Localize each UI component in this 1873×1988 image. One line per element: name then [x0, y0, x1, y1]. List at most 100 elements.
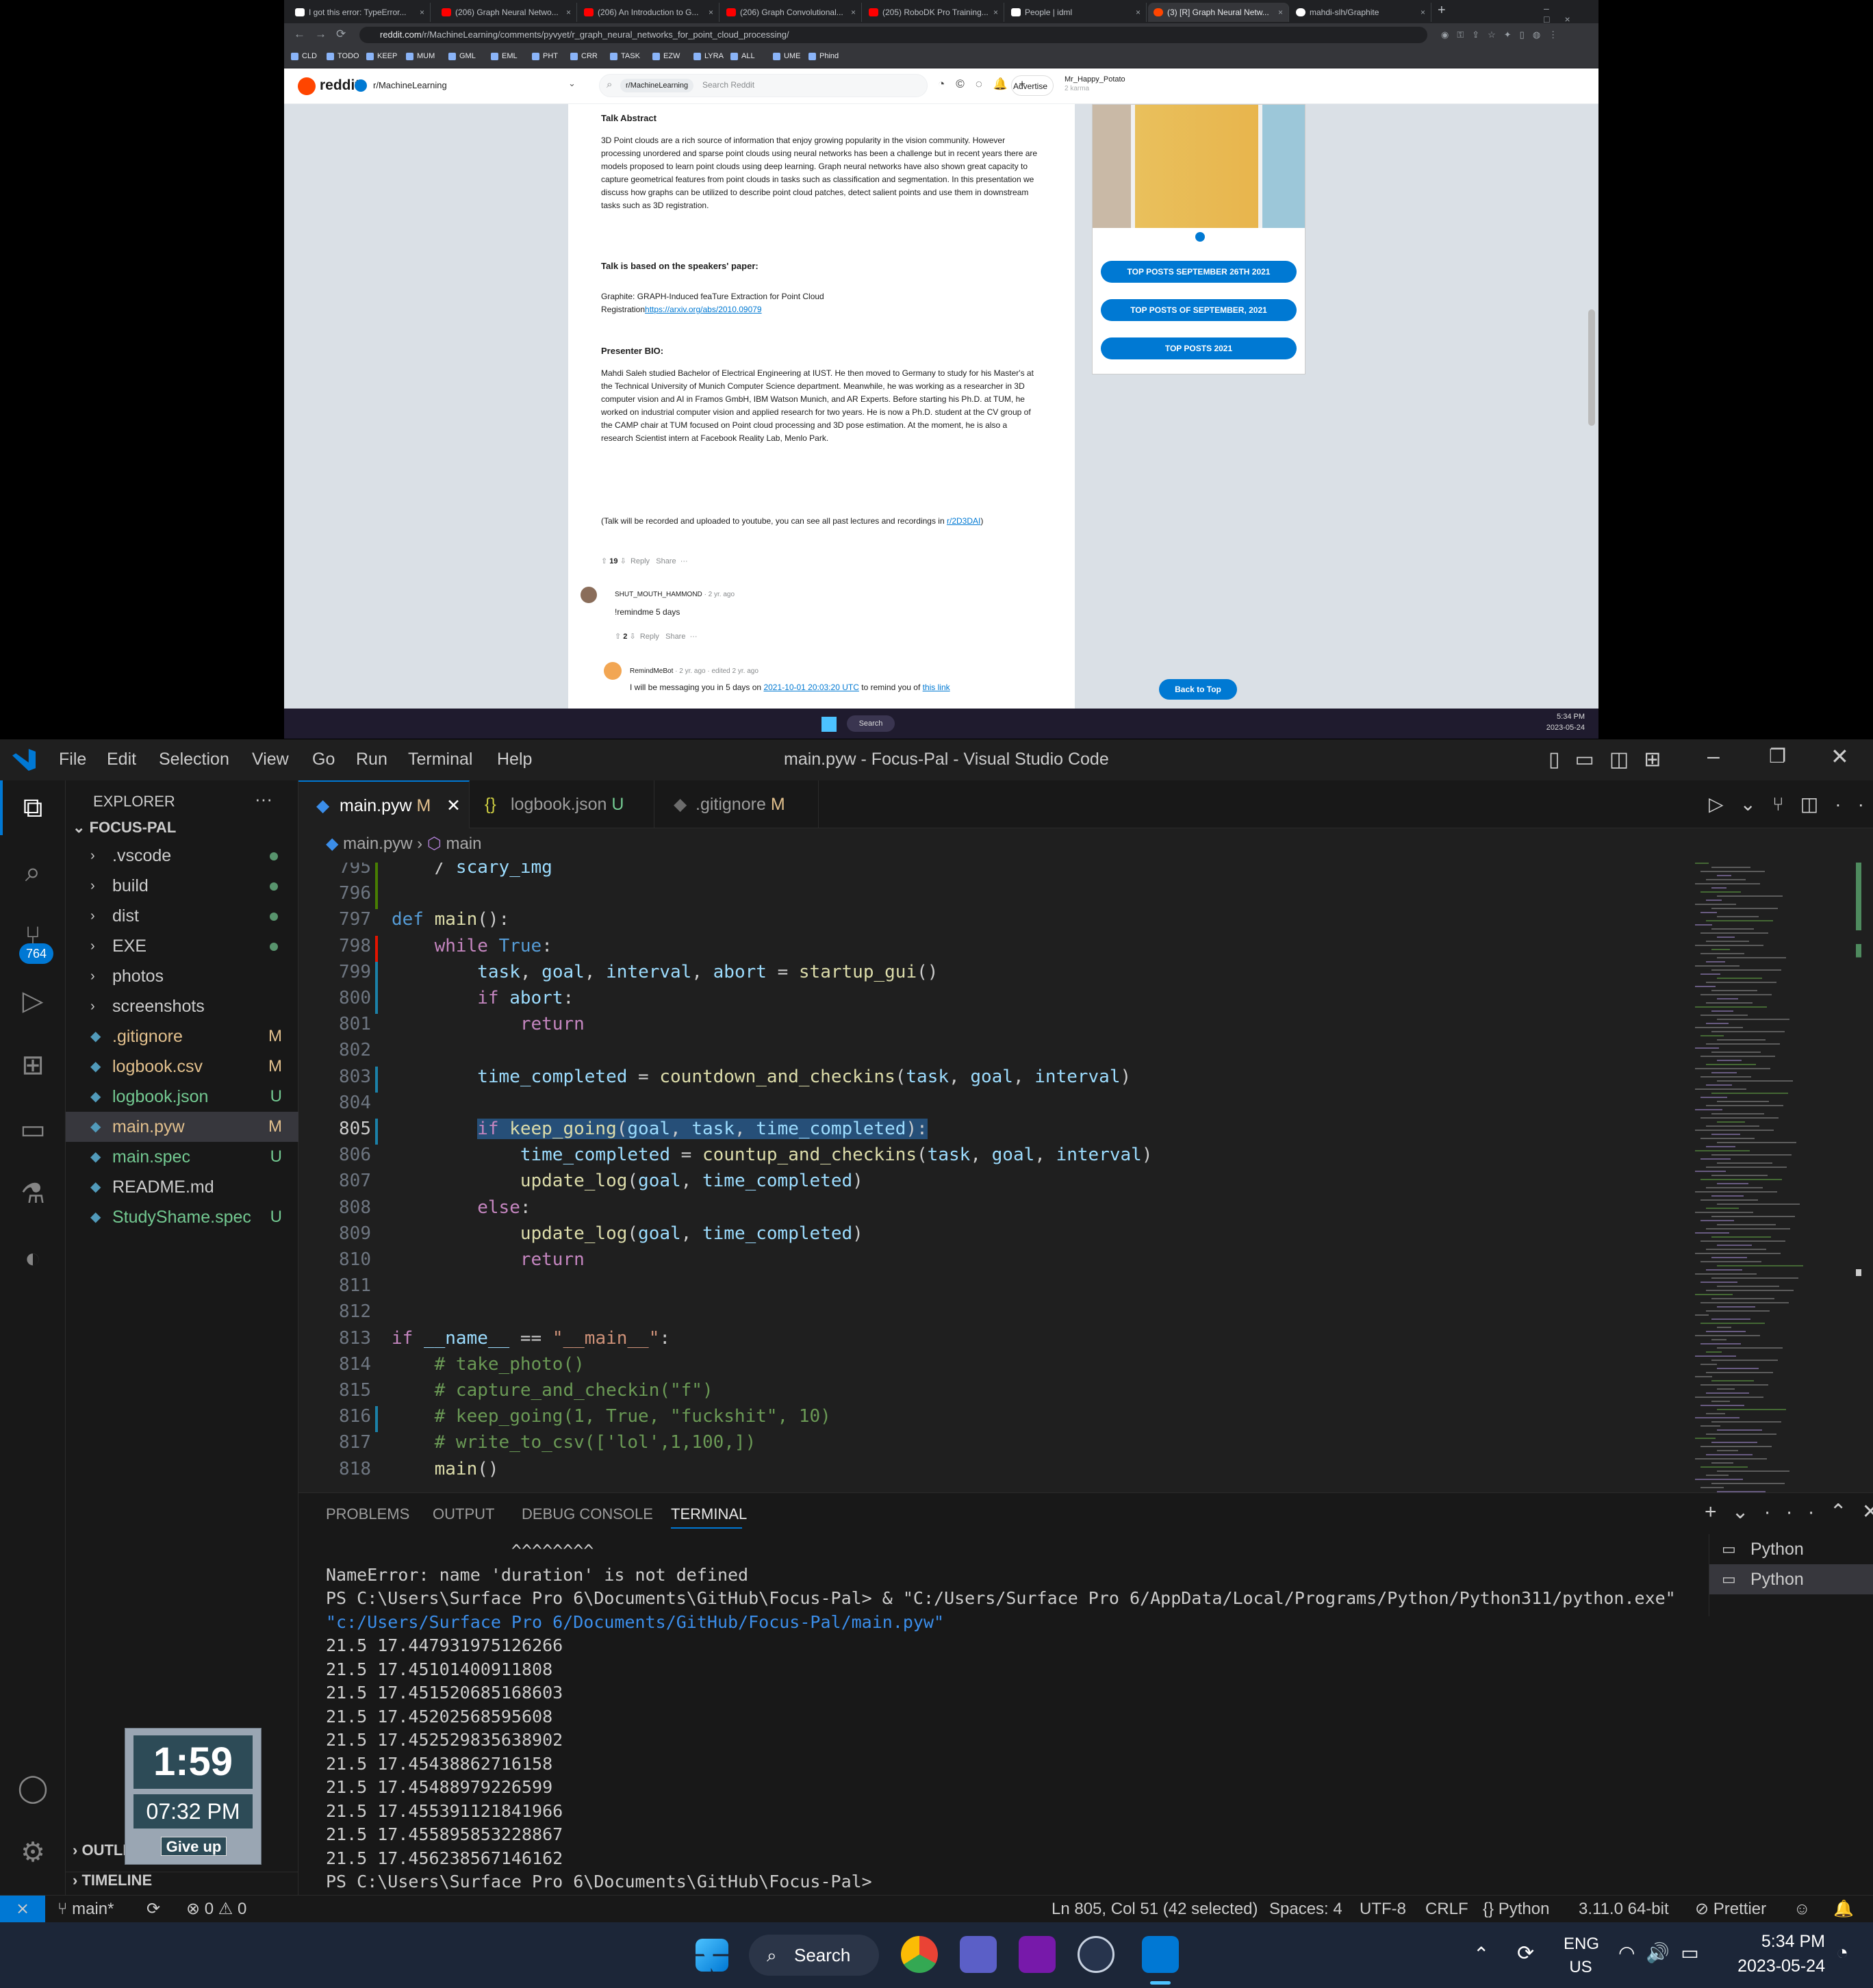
menu-terminal[interactable]: Terminal [408, 750, 472, 769]
more-actions-icon[interactable]: ··· [255, 789, 272, 810]
remote-explorer-icon[interactable]: ▭ [15, 1112, 51, 1147]
bookmark-item[interactable]: UME [773, 52, 800, 60]
explorer-icon[interactable]: ⧉ [15, 790, 51, 826]
top-posts-day-button[interactable]: TOP POSTS SEPTEMBER 26TH 2021 [1101, 261, 1297, 283]
code-line[interactable]: def main(): [392, 909, 509, 930]
run-debug-icon[interactable]: ▷ [15, 983, 51, 1019]
browser-tab[interactable]: I got this error: TypeError... × [290, 3, 431, 22]
folder-item[interactable]: › dist [66, 901, 298, 931]
reddit-logo-icon[interactable] [298, 77, 316, 95]
code-line[interactable]: # take_photo() [392, 1354, 585, 1375]
code-line[interactable]: if abort: [392, 988, 574, 1008]
code-line[interactable]: update_log(goal, time_completed) [392, 1223, 863, 1244]
menu-view[interactable]: View [252, 750, 289, 769]
file-item[interactable]: ◆ logbook.json U [66, 1082, 298, 1112]
close-tab-icon[interactable]: × [709, 3, 713, 22]
search-input[interactable]: ⌕ r/MachineLearning Search Reddit [599, 74, 928, 97]
menu-run[interactable]: Run [356, 750, 387, 769]
restore-icon[interactable]: ❐ [1769, 745, 1786, 767]
file-item[interactable]: ◆ README.md [66, 1172, 298, 1202]
panel-action-icons[interactable]: +⌄···⌃✕ [1705, 1500, 1873, 1524]
vscode-taskbar-icon[interactable] [1142, 1936, 1179, 1973]
avatar[interactable] [581, 587, 597, 603]
layout-toggle-icons[interactable]: ▯▭◫⊞ [1549, 748, 1676, 772]
code-line[interactable]: time_completed = countdown_and_checkins(… [392, 1067, 1131, 1087]
search-scope-chip[interactable]: r/MachineLearning [620, 79, 694, 92]
bookmark-item[interactable]: GML [448, 52, 476, 60]
app-icon[interactable] [1078, 1936, 1114, 1973]
tab-logbook-json[interactable]: {} logbook.json U [470, 780, 654, 828]
code-line[interactable]: if keep_going(goal, task, time_completed… [392, 1119, 928, 1139]
search-icon[interactable]: ⌕ [15, 854, 51, 890]
code-line[interactable]: return [392, 1249, 585, 1270]
sync-icon[interactable]: ⟳ [146, 1896, 160, 1923]
tab-gitignore[interactable]: ◆ .gitignore M [654, 780, 819, 828]
cursor-position[interactable]: Ln 805, Col 51 (42 selected) [1052, 1896, 1258, 1923]
close-tab-icon[interactable]: ✕ [446, 782, 461, 830]
close-tab-icon[interactable]: × [851, 3, 856, 22]
chevron-up-icon[interactable]: ⌃ [1473, 1943, 1489, 1965]
edge-devtools-icon[interactable]: ◐ [15, 1240, 51, 1276]
feedback-icon[interactable]: ☺ [1794, 1896, 1811, 1923]
code-line[interactable]: # keep_going(1, True, "fuckshit", 10) [392, 1406, 831, 1427]
testing-icon[interactable]: ⚗ [15, 1176, 51, 1212]
terminal-output[interactable]: ^^^^^^^^ NameError: name 'duration' is no… [326, 1540, 1709, 1894]
indentation[interactable]: Spaces: 4 [1269, 1896, 1342, 1923]
meme-carousel-image[interactable] [1093, 105, 1305, 228]
file-item[interactable]: ◆ .gitignore M [66, 1021, 298, 1052]
file-item[interactable]: ◆ main.pyw M [66, 1112, 298, 1142]
more-icon[interactable]: ··· [690, 633, 698, 641]
reply-button[interactable]: Reply [640, 633, 659, 641]
bookmark-item[interactable]: ALL [730, 52, 755, 60]
language-mode[interactable]: {} Python [1483, 1896, 1549, 1923]
bookmark-item[interactable]: KEEP [366, 52, 397, 60]
code-line[interactable]: / scary_img [392, 863, 552, 878]
code-editor[interactable]: 795 / scary_img 796 797 def main(): 798 whil… [298, 863, 1688, 1540]
upvote-icon[interactable]: ⇧ [615, 633, 621, 641]
prettier-indicator[interactable]: ⊘ Prettier [1695, 1896, 1766, 1923]
python-interpreter[interactable]: 3.11.0 64-bit [1579, 1896, 1669, 1923]
menu-file[interactable]: File [59, 750, 86, 769]
code-line[interactable]: # capture_and_checkin("f") [392, 1380, 713, 1401]
clock-date[interactable]: 2023-05-24 [1711, 1957, 1825, 1976]
carousel-dot[interactable] [1195, 232, 1205, 242]
username[interactable]: Mr_Happy_Potato [1065, 75, 1125, 84]
branch-indicator[interactable]: ⑂ main* [58, 1896, 114, 1923]
minimap[interactable] [1688, 863, 1852, 1540]
bookmark-item[interactable]: CLD [291, 52, 317, 60]
this-link[interactable]: this link [923, 683, 950, 692]
subreddit-link[interactable]: r/2D3DAI [947, 516, 980, 526]
browser-tab-active[interactable]: (3) [R] Graph Neural Netw... × [1148, 3, 1289, 22]
start-icon[interactable] [821, 717, 837, 732]
close-tab-icon[interactable]: × [993, 3, 998, 22]
close-window-icon[interactable]: ✕ [1831, 743, 1849, 769]
browser-tab[interactable]: (206) Graph Neural Netwo... × [436, 3, 577, 22]
code-line[interactable]: # write_to_csv(['lol',1,100,]) [392, 1432, 756, 1453]
editor-action-icons[interactable]: ▷⌄⑂◫··· [1709, 793, 1873, 815]
scrollbar[interactable] [1856, 863, 1865, 1540]
browser-tab[interactable]: mahdi-slh/Graphite × [1290, 3, 1431, 22]
nav-buttons[interactable]: ←→⟳ [294, 27, 355, 41]
code-line[interactable]: else: [392, 1197, 531, 1218]
extension-icons[interactable]: ◉⚿⇪☆✦▯◍⋮ [1441, 29, 1566, 40]
folder-item[interactable]: › photos [66, 961, 298, 991]
new-tab-icon[interactable]: + [1438, 3, 1446, 18]
give-up-button[interactable]: Give up [161, 1837, 227, 1856]
focus-assist-icon[interactable]: ◔ [1836, 1941, 1848, 1965]
folder-item[interactable]: › .vscode [66, 841, 298, 871]
reminder-date-link[interactable]: 2021-10-01 20:03:20 UTC [763, 683, 858, 692]
clock-time[interactable]: 5:34 PM [1711, 1932, 1825, 1952]
menu-help[interactable]: Help [497, 750, 532, 769]
gear-icon[interactable]: ⚙ [15, 1835, 51, 1870]
upvote-icon[interactable]: ⇧ [601, 557, 607, 565]
bookmark-item[interactable]: TODO [327, 52, 359, 60]
share-button[interactable]: Share [665, 633, 685, 641]
extensions-icon[interactable]: ⊞ [15, 1047, 51, 1083]
chevron-down-icon[interactable]: ⌄ [568, 78, 576, 89]
window-controls[interactable]: –□× [1544, 3, 1598, 25]
teams-icon[interactable] [960, 1936, 997, 1973]
browser-tab[interactable]: (206) Graph Convolutional... × [721, 3, 862, 22]
system-tray-icons[interactable]: ◠🔊▭ [1618, 1941, 1710, 1964]
problems-indicator[interactable]: ⊗ 0 ⚠ 0 [186, 1896, 246, 1923]
onenote-icon[interactable] [1019, 1936, 1056, 1973]
